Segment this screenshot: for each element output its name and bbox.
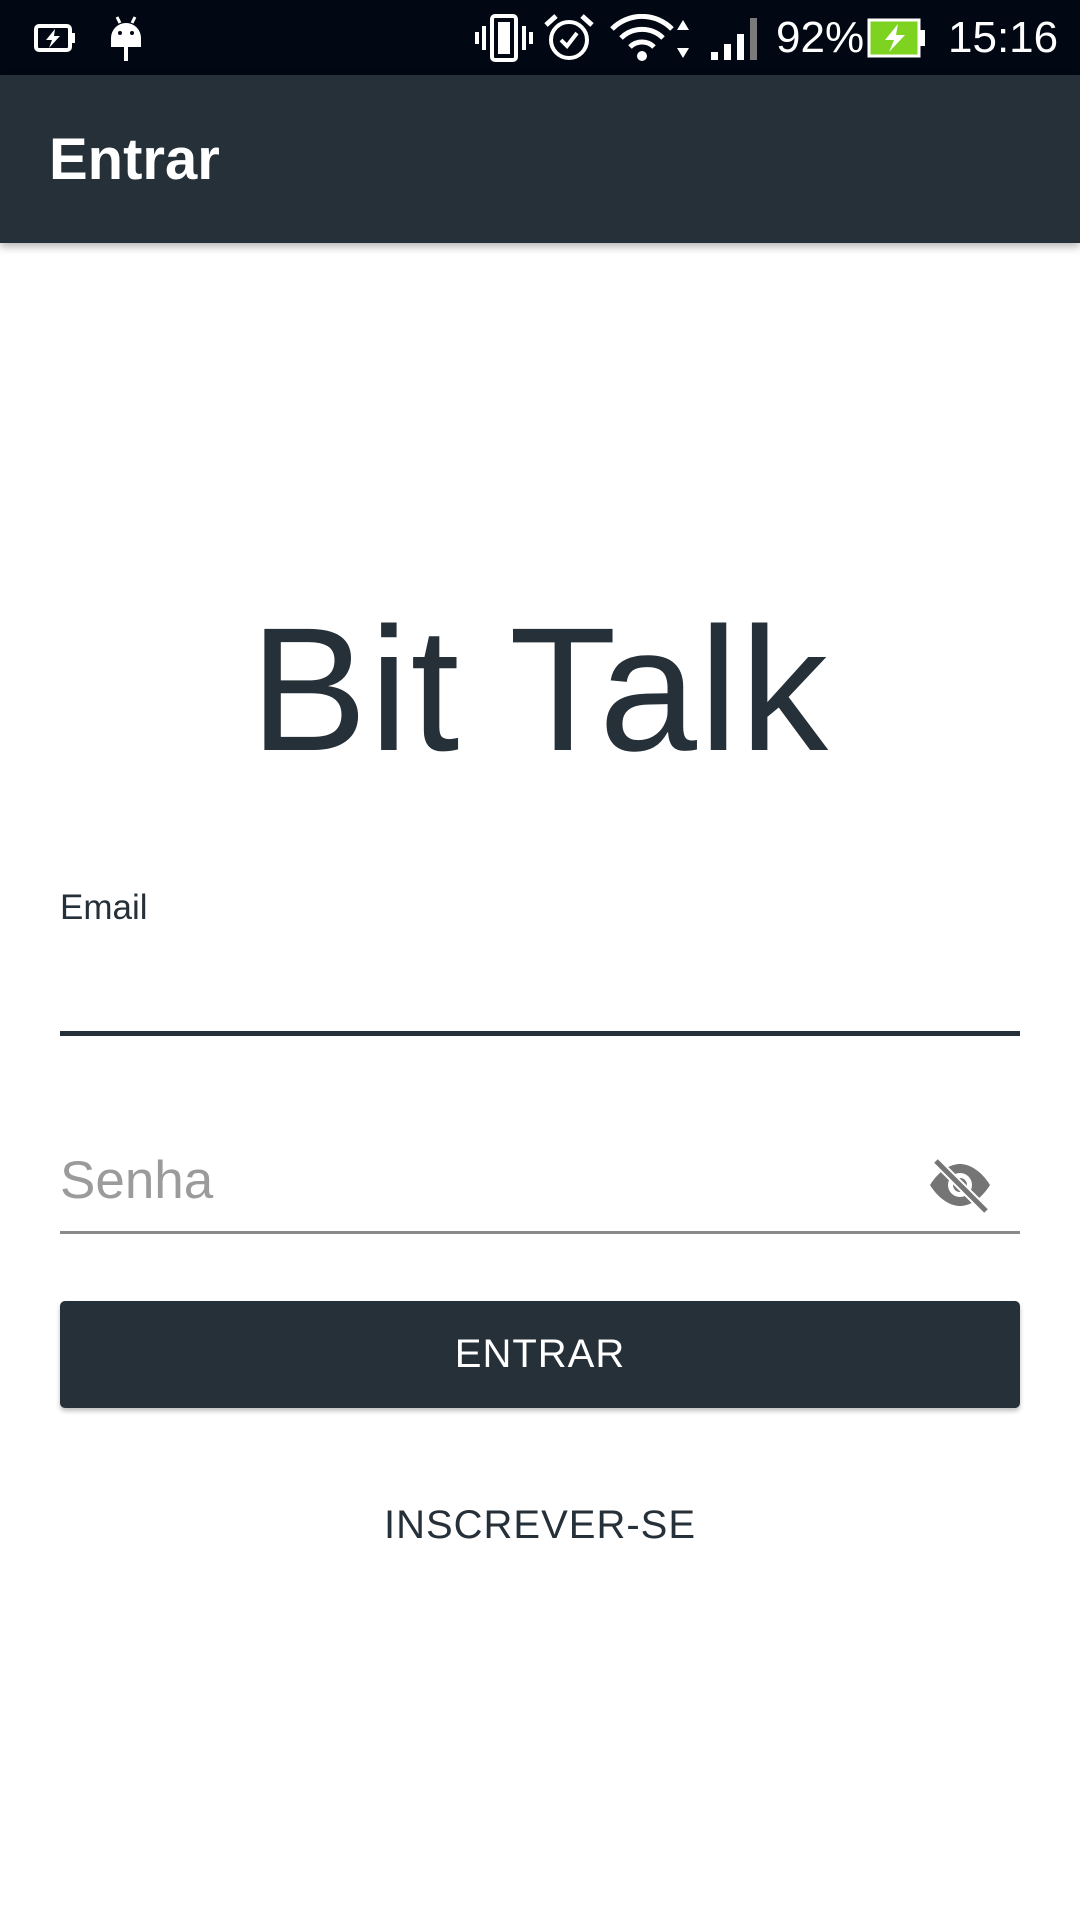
visibility-off-icon[interactable] [920,1150,1000,1220]
email-label: Email [60,888,148,927]
app-bar: Entrar [0,75,1080,243]
battery-charging-icon [866,0,928,75]
battery-percent: 92% [776,12,865,62]
login-button[interactable]: ENTRAR [60,1301,1020,1408]
clock: 15:16 [948,12,1059,62]
wifi-icon [608,0,694,75]
password-field[interactable] [60,1130,1020,1234]
signup-button[interactable]: INSCREVER-SE [340,1480,740,1570]
battery-saver-charging-icon [30,0,80,75]
alarm-icon [542,0,596,75]
app-logo-text: Bit Talk [249,592,831,788]
login-screen: 92% 15:16 Entrar Bit Talk Email ENTRAR I… [0,0,1080,1920]
vibrate-icon [474,0,534,75]
android-debug-icon [106,0,146,75]
cell-signal-icon [706,0,762,75]
email-field[interactable] [60,940,1020,1036]
page-title: Entrar [49,126,220,192]
status-bar: 92% 15:16 [0,0,1080,75]
